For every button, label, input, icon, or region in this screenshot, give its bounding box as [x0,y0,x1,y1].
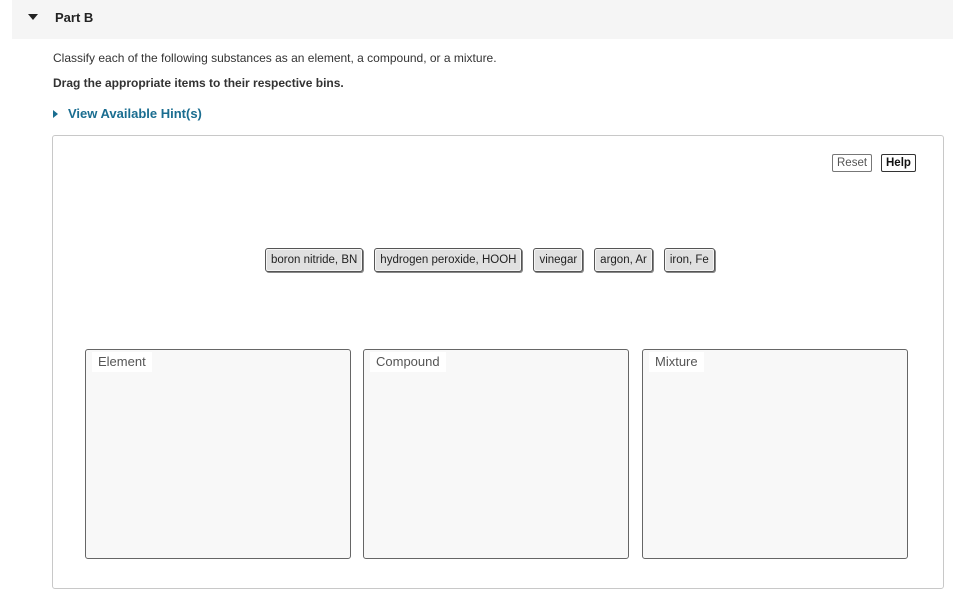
draggable-item-argon[interactable]: argon, Ar [594,248,653,272]
part-title: Part B [55,10,94,25]
bin-element-label: Element [92,352,152,372]
reset-button[interactable]: Reset [832,154,873,172]
draggable-item-hydrogen-peroxide[interactable]: hydrogen peroxide, HOOH [374,248,523,272]
expand-caret-icon [53,109,58,118]
view-hints-link[interactable]: View Available Hint(s) [53,106,202,121]
draggable-items: boron nitride, BN hydrogen peroxide, HOO… [265,248,715,272]
bin-element[interactable]: Element [85,349,351,559]
drag-instruction: Drag the appropriate items to their resp… [53,76,344,90]
view-hints-label: View Available Hint(s) [68,106,202,121]
bin-mixture[interactable]: Mixture [642,349,908,559]
draggable-item-iron[interactable]: iron, Fe [663,248,715,272]
bin-compound-label: Compound [370,352,446,372]
question-instruction: Classify each of the following substance… [53,51,497,65]
draggable-item-vinegar[interactable]: vinegar [533,248,584,272]
bin-compound[interactable]: Compound [363,349,629,559]
bin-mixture-label: Mixture [649,352,704,372]
collapse-caret-icon[interactable] [28,14,38,20]
part-header[interactable]: Part B [12,0,953,39]
drag-drop-workspace: Reset Help boron nitride, BN hydrogen pe… [52,135,944,589]
draggable-item-boron-nitride[interactable]: boron nitride, BN [265,248,364,272]
help-button[interactable]: Help [881,154,916,172]
